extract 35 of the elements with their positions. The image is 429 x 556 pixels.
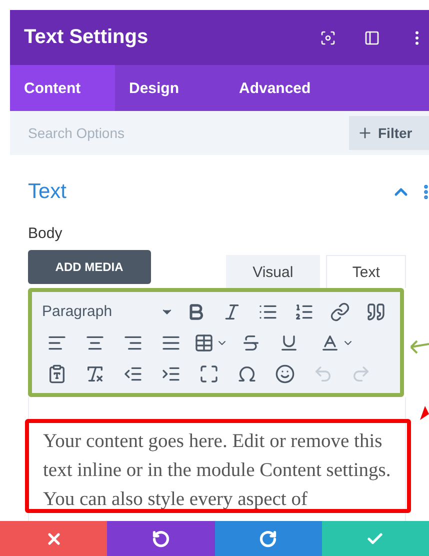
tab[interactable]: Content	[10, 65, 115, 111]
content-text[interactable]: Your content goes here. Edit or remove this text inline or in the module Content settings. You can also style every aspect of	[25, 419, 411, 513]
add-media-button[interactable]: ADD MEDIA	[28, 250, 151, 284]
tab[interactable]: Advanced	[225, 65, 355, 111]
tab[interactable]: Design	[115, 65, 225, 111]
quote-icon	[366, 302, 386, 322]
editor-tab[interactable]: Text	[326, 255, 406, 288]
text-color-icon	[320, 332, 340, 352]
numbered-list-icon	[294, 302, 314, 322]
format-dropdown[interactable]: Paragraph	[38, 296, 178, 326]
filter-button[interactable]: Filter	[341, 111, 429, 155]
table-icon	[194, 332, 214, 352]
redo-icon	[351, 364, 371, 384]
annotation-arrow	[419, 404, 429, 422]
omega-icon	[237, 364, 257, 384]
clear-formatting-icon	[85, 364, 105, 384]
redo-button[interactable]	[214, 521, 322, 556]
undo-button[interactable]	[107, 521, 214, 556]
panel-title: Text Settings	[24, 26, 150, 49]
section-title: Text	[28, 180, 68, 204]
redo-icon	[259, 530, 278, 548]
underline-icon	[279, 332, 299, 352]
smiley-icon	[275, 364, 295, 384]
editor-tab[interactable]: Visual	[226, 255, 320, 288]
fullscreen-icon	[199, 364, 219, 384]
focus-icon[interactable]	[320, 30, 336, 46]
undo-icon	[152, 530, 170, 548]
strikethrough-icon	[241, 332, 261, 352]
search-field[interactable]: Search Options	[10, 111, 341, 155]
undo-icon	[313, 364, 333, 384]
paste-text-icon	[47, 364, 67, 384]
plus-icon	[357, 125, 373, 141]
link-icon	[330, 302, 350, 322]
sidebar-icon[interactable]	[364, 30, 380, 46]
field-label: Body	[28, 225, 64, 242]
